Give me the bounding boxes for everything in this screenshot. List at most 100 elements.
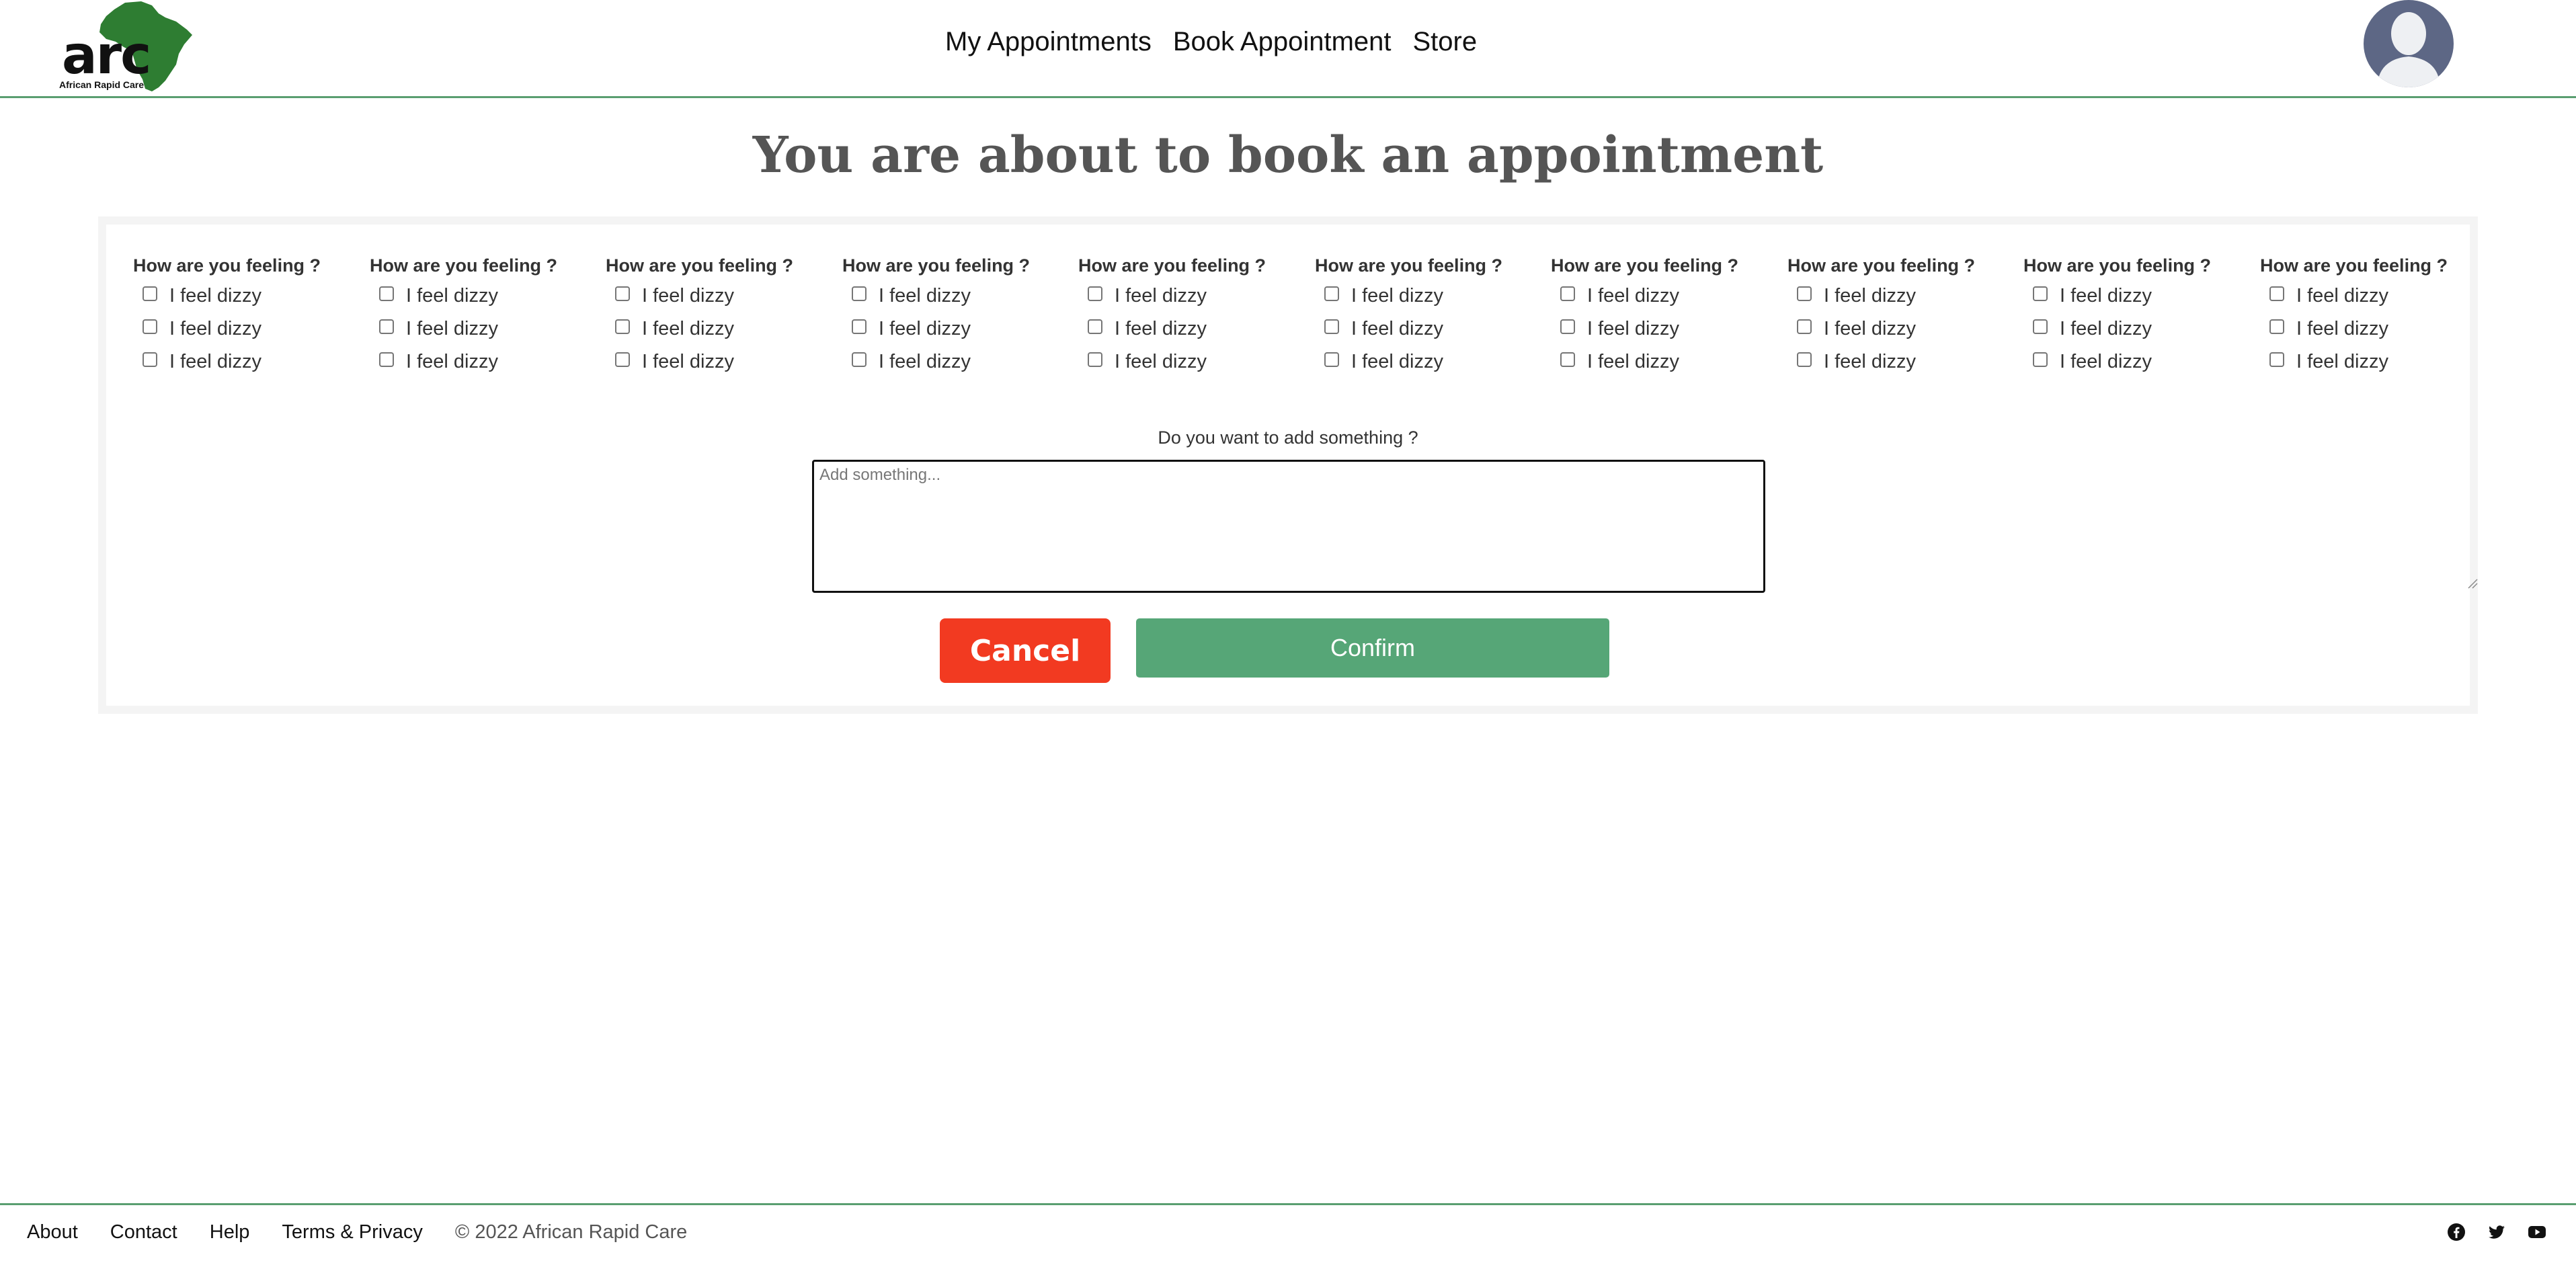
twitter-icon[interactable] [2487,1223,2506,1241]
question-group: How are you feeling ? I feel dizzy I fee… [1288,255,1510,384]
symptom-label[interactable]: I feel dizzy [879,285,971,307]
symptom-checkbox[interactable] [2269,286,2284,301]
symptom-checkbox[interactable] [1088,352,1102,367]
symptom-label[interactable]: I feel dizzy [642,318,734,340]
question-group: How are you feeling ? I feel dizzy I fee… [2233,255,2455,384]
symptom-checkbox[interactable] [143,319,157,334]
symptom-label[interactable]: I feel dizzy [406,285,498,307]
nav-my-appointments[interactable]: My Appointments [945,27,1152,57]
symptom-label[interactable]: I feel dizzy [1115,318,1207,340]
arc-logo[interactable]: arc African Rapid Care [58,0,192,94]
symptom-label[interactable]: I feel dizzy [642,351,734,373]
symptom-checkbox[interactable] [1088,319,1102,334]
symptom-label[interactable]: I feel dizzy [642,285,734,307]
app-page: arc African Rapid Care My Appointments B… [0,0,2576,1265]
symptom-label[interactable]: I feel dizzy [1587,351,1679,373]
symptom-label[interactable]: I feel dizzy [1824,351,1916,373]
symptom-label[interactable]: I feel dizzy [879,318,971,340]
user-silhouette-icon [2377,12,2440,87]
symptom-label[interactable]: I feel dizzy [1115,285,1207,307]
symptom-label[interactable]: I feel dizzy [2296,318,2388,340]
symptom-checkbox[interactable] [2033,319,2048,334]
footer-link-contact[interactable]: Contact [110,1221,177,1243]
symptom-checkbox[interactable] [1088,286,1102,301]
question-title: How are you feeling ? [370,255,558,276]
symptom-checkbox[interactable] [852,352,867,367]
symptom-checkbox[interactable] [615,352,630,367]
question-title: How are you feeling ? [1078,255,1266,276]
nav-book-appointment[interactable]: Book Appointment [1173,27,1392,57]
symptom-label[interactable]: I feel dizzy [1351,285,1443,307]
symptom-checkbox[interactable] [1324,352,1339,367]
question-title: How are you feeling ? [1787,255,1976,276]
confirm-button[interactable]: Confirm [1136,618,1609,678]
question-title: How are you feeling ? [1315,255,1503,276]
symptom-label[interactable]: I feel dizzy [169,285,261,307]
user-avatar[interactable] [2364,0,2454,87]
question-title: How are you feeling ? [2023,255,2212,276]
symptom-checkbox[interactable] [1324,319,1339,334]
logo-subtitle: African Rapid Care [59,79,145,90]
question-title: How are you feeling ? [842,255,1031,276]
symptom-checkbox[interactable] [1797,319,1812,334]
symptom-checkbox[interactable] [379,319,394,334]
question-group: How are you feeling ? I feel dizzy I fee… [1997,255,2218,384]
symptom-checkbox[interactable] [143,286,157,301]
main-nav: My Appointments Book Appointment Store [945,27,1477,57]
symptom-label[interactable]: I feel dizzy [2060,285,2152,307]
footer-link-terms-privacy[interactable]: Terms & Privacy [282,1221,422,1243]
symptom-checkbox[interactable] [2269,352,2284,367]
symptom-checkbox[interactable] [1560,319,1575,334]
add-something-textarea[interactable] [812,460,1765,593]
symptom-checkbox[interactable] [1560,352,1575,367]
question-group: How are you feeling ? I feel dizzy I fee… [1524,255,1746,384]
cancel-button[interactable]: Cancel [940,618,1111,683]
symptom-label[interactable]: I feel dizzy [879,351,971,373]
question-title: How are you feeling ? [133,255,321,276]
symptom-checkbox[interactable] [615,319,630,334]
copyright-text: © 2022 African Rapid Care [454,1221,688,1243]
symptom-checkbox[interactable] [615,286,630,301]
symptom-label[interactable]: I feel dizzy [1824,318,1916,340]
symptom-label[interactable]: I feel dizzy [1587,285,1679,307]
symptom-label[interactable]: I feel dizzy [2296,351,2388,373]
symptom-label[interactable]: I feel dizzy [2060,351,2152,373]
symptom-label[interactable]: I feel dizzy [169,351,261,373]
symptom-checkbox[interactable] [1324,286,1339,301]
symptom-label[interactable]: I feel dizzy [2296,285,2388,307]
symptom-checkbox[interactable] [1560,286,1575,301]
symptom-label[interactable]: I feel dizzy [2060,318,2152,340]
symptom-checkbox[interactable] [379,352,394,367]
question-title: How are you feeling ? [1551,255,1739,276]
symptom-label[interactable]: I feel dizzy [1351,318,1443,340]
symptom-checkbox[interactable] [2033,286,2048,301]
facebook-icon[interactable] [2447,1223,2466,1241]
question-group: How are you feeling ? I feel dizzy I fee… [1051,255,1273,384]
question-group: How are you feeling ? I feel dizzy I fee… [106,255,328,384]
footer-link-about[interactable]: About [27,1221,78,1243]
page-title: You are about to book an appointment [752,126,1824,184]
nav-store[interactable]: Store [1413,27,1478,57]
symptom-label[interactable]: I feel dizzy [406,351,498,373]
symptom-checkbox[interactable] [852,319,867,334]
symptom-label[interactable]: I feel dizzy [169,318,261,340]
question-group: How are you feeling ? I feel dizzy I fee… [1761,255,1982,384]
symptom-checkbox[interactable] [2033,352,2048,367]
symptom-checkbox[interactable] [2269,319,2284,334]
symptom-label[interactable]: I feel dizzy [1587,318,1679,340]
footer-link-help[interactable]: Help [210,1221,250,1243]
symptom-label[interactable]: I feel dizzy [1824,285,1916,307]
symptom-checkbox[interactable] [1797,352,1812,367]
symptom-label[interactable]: I feel dizzy [1351,351,1443,373]
symptom-checkbox[interactable] [1797,286,1812,301]
symptom-label[interactable]: I feel dizzy [1115,351,1207,373]
symptom-label[interactable]: I feel dizzy [406,318,498,340]
social-links [2447,1223,2546,1241]
symptom-checkbox[interactable] [852,286,867,301]
question-title: How are you feeling ? [2260,255,2448,276]
resize-grip-icon[interactable] [2467,578,2478,589]
top-header: arc African Rapid Care My Appointments B… [0,0,2576,98]
symptom-checkbox[interactable] [379,286,394,301]
symptom-checkbox[interactable] [143,352,157,367]
youtube-icon[interactable] [2528,1223,2546,1241]
